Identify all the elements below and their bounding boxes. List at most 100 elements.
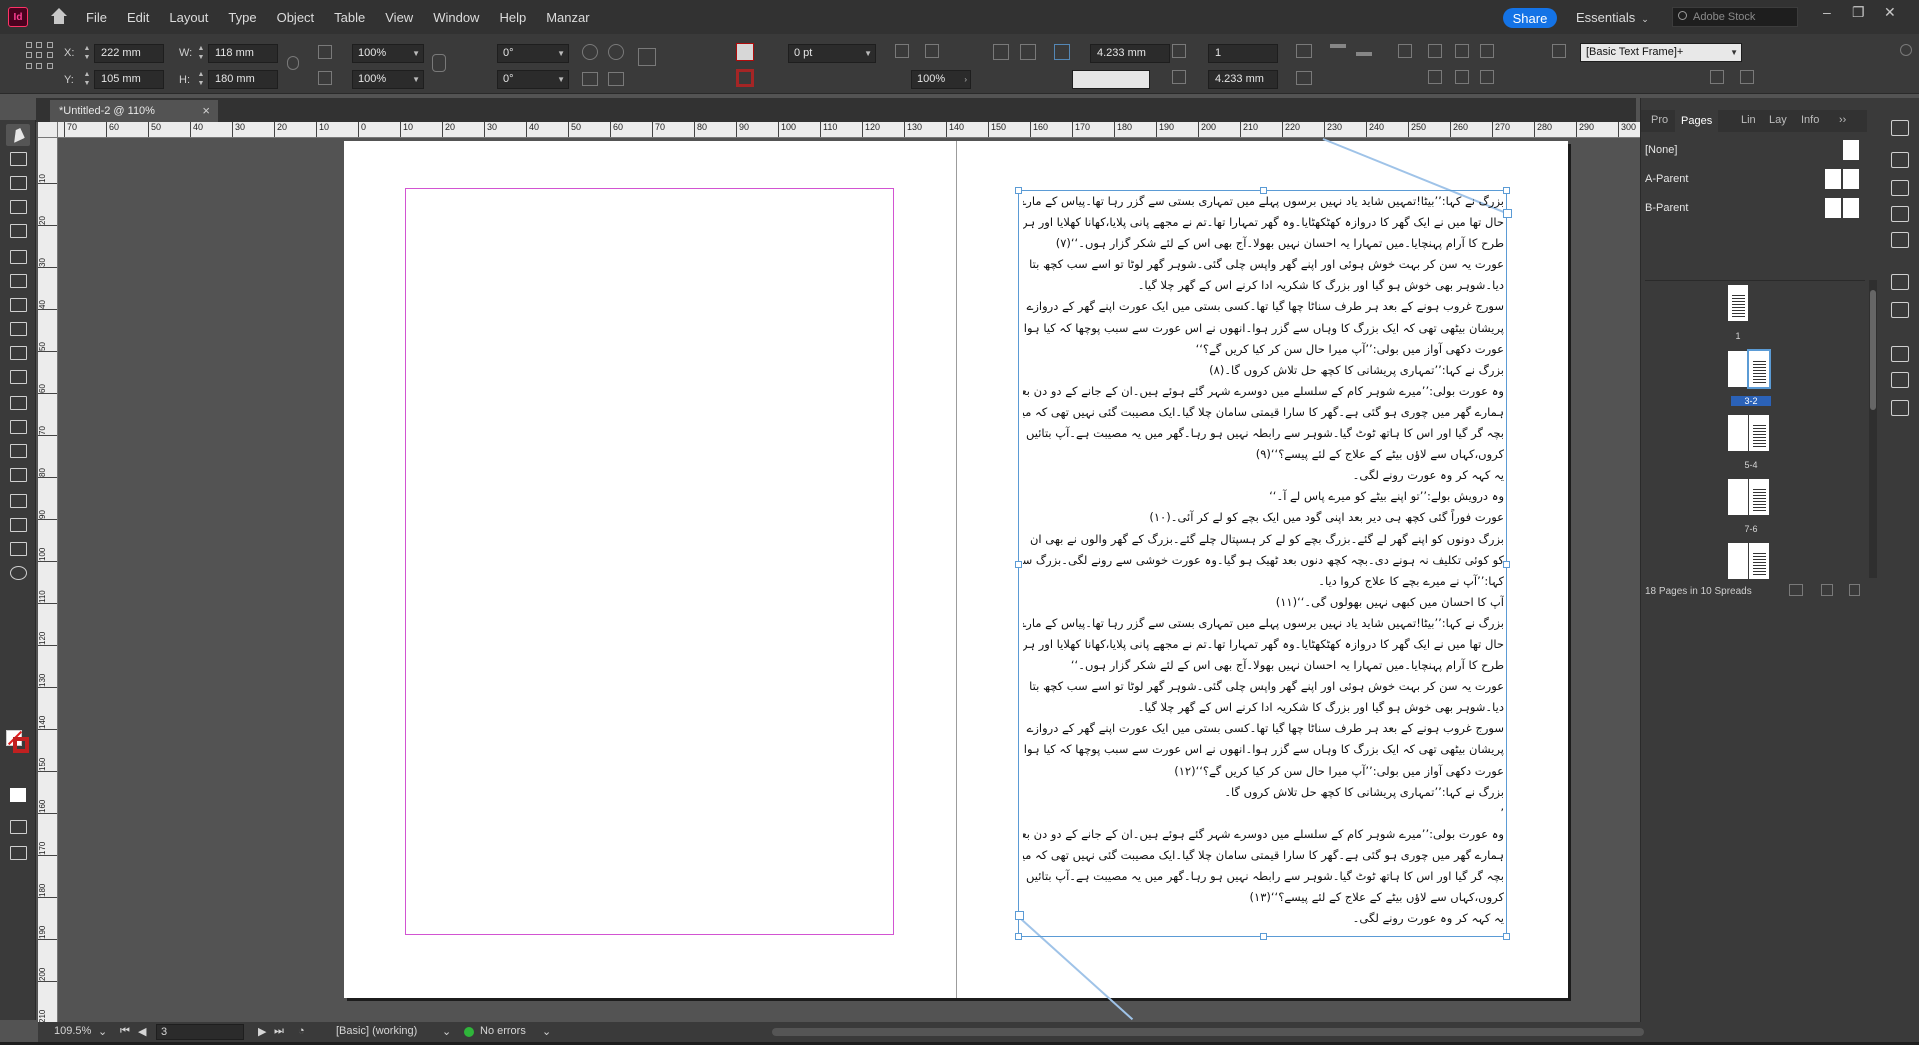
chevron-down-icon[interactable]: ⌄	[98, 1025, 107, 1038]
y-stepper[interactable]: ▲ ▼	[82, 70, 92, 89]
first-page-icon[interactable]: ⏮	[120, 1025, 130, 1038]
tab-links[interactable]: Lin	[1741, 114, 1756, 126]
rectangle-tool[interactable]	[10, 370, 27, 384]
menu-view[interactable]: View	[385, 10, 413, 25]
tab-properties[interactable]: Pro	[1651, 114, 1668, 126]
horizontal-ruler[interactable]: 70 60 50 40 30 20 10 0 10 20 30 40 50 60 70 80 90 100 110 1…	[58, 122, 1640, 138]
layers-icon[interactable]	[1891, 206, 1909, 222]
fx-icon[interactable]	[953, 44, 967, 58]
parent-b[interactable]: B-Parent	[1645, 196, 1865, 220]
menu-manzar[interactable]: Manzar	[546, 10, 589, 25]
free-transform-tool[interactable]	[10, 420, 27, 434]
menu-help[interactable]: Help	[499, 10, 526, 25]
page-thumb-2[interactable]	[1728, 351, 1748, 387]
text-frame[interactable]: بزرگ نے کہا:’’بیٹا!تمہیں شاید یاد نہیں ب…	[1015, 187, 1512, 940]
h-stepper[interactable]: ▲ ▼	[196, 70, 206, 89]
x-field[interactable]: 222 mm	[94, 44, 164, 63]
frame-fill-swatch[interactable]	[1072, 70, 1150, 89]
align-right-icon[interactable]	[1455, 44, 1469, 58]
align-top-icon[interactable]	[1330, 44, 1346, 48]
align-middle-icon[interactable]	[1356, 52, 1372, 56]
page-thumb-1[interactable]	[1728, 285, 1748, 321]
parent-none[interactable]: [None]	[1645, 138, 1865, 162]
zoom-tool[interactable]	[10, 566, 27, 580]
opacity-select[interactable]: 100% ›	[911, 70, 971, 89]
menu-edit[interactable]: Edit	[127, 10, 149, 25]
properties-icon[interactable]	[1891, 120, 1909, 136]
page-thumb-3[interactable]	[1747, 349, 1771, 389]
preflight-status[interactable]: No errors	[480, 1025, 526, 1037]
direct-selection-tool[interactable]	[10, 152, 27, 166]
out-port-icon[interactable]	[1503, 209, 1512, 218]
text-wrap-icon[interactable]	[1891, 372, 1909, 388]
page-number-field[interactable]: 3	[156, 1024, 244, 1040]
chevron-down-icon[interactable]: ⌄	[442, 1025, 451, 1038]
menu-file[interactable]: File	[86, 10, 107, 25]
h-field[interactable]: 180 mm	[208, 70, 278, 89]
pen-tool[interactable]	[10, 298, 27, 312]
rotate-ccw-icon[interactable]	[608, 44, 624, 60]
frame-handle-tc[interactable]	[1260, 187, 1267, 194]
pages-icon[interactable]	[1891, 152, 1909, 168]
home-icon[interactable]	[50, 8, 68, 26]
shear-select[interactable]: 0° ▼	[497, 70, 569, 89]
share-button[interactable]: Share	[1503, 8, 1557, 28]
frame-handle-ml[interactable]	[1015, 561, 1022, 568]
selection-tool[interactable]	[6, 124, 30, 146]
panel-options-icon[interactable]	[1740, 70, 1754, 84]
note-tool[interactable]	[10, 494, 27, 508]
pencil-tool[interactable]	[10, 322, 27, 336]
character-icon[interactable]	[1891, 274, 1909, 290]
flip-horizontal-icon[interactable]	[582, 72, 598, 86]
scroll-thumb[interactable]	[1870, 290, 1876, 410]
close-icon[interactable]: ×	[202, 100, 210, 122]
last-page-icon[interactable]: ⏭	[274, 1025, 284, 1038]
scissors-tool[interactable]	[10, 396, 27, 410]
page-thumb-6[interactable]	[1728, 479, 1748, 515]
restore-icon[interactable]: ❐	[1852, 4, 1865, 21]
frame-handle-tl[interactable]	[1015, 187, 1022, 194]
frame-handle-br[interactable]	[1503, 933, 1510, 940]
type-tool[interactable]	[10, 250, 27, 264]
frame-handle-bc[interactable]	[1260, 933, 1267, 940]
column-count-field[interactable]: 1	[1208, 44, 1278, 63]
menu-type[interactable]: Type	[228, 10, 256, 25]
scale-link-icon[interactable]	[432, 54, 446, 72]
pages-scrollbar[interactable]	[1869, 280, 1877, 578]
tab-pages[interactable]: Pages	[1675, 110, 1719, 132]
text-frame-inset-icon[interactable]	[1054, 44, 1070, 60]
trash-icon[interactable]	[1849, 584, 1860, 596]
line-tool[interactable]	[10, 274, 27, 288]
preflight-profile[interactable]: [Basic] (working)	[336, 1025, 417, 1037]
document-tab[interactable]: *Untitled-2 @ 110% ×	[50, 100, 218, 122]
frame-handle-tr[interactable]	[1503, 187, 1510, 194]
tab-info[interactable]: Info	[1801, 114, 1819, 126]
frame-fitting-icon[interactable]	[1552, 44, 1566, 58]
apply-none-icon[interactable]	[10, 788, 26, 802]
align-bounds-icon[interactable]	[1480, 44, 1494, 58]
new-page-icon[interactable]	[1821, 584, 1833, 596]
eyedropper-tool[interactable]	[10, 518, 27, 532]
view-mode-tool[interactable]	[10, 846, 27, 860]
page-thumb-4[interactable]	[1728, 415, 1748, 451]
page-thumb-7[interactable]	[1749, 479, 1769, 515]
page-thumb-8[interactable]	[1728, 543, 1748, 579]
frame-handle-bl[interactable]	[1015, 933, 1022, 940]
menu-object[interactable]: Object	[277, 10, 315, 25]
justify-icon[interactable]	[1296, 44, 1312, 58]
close-icon[interactable]: ✕	[1884, 4, 1896, 21]
stroke-swatch-icon[interactable]	[736, 69, 754, 87]
links-icon[interactable]	[1891, 180, 1909, 196]
previous-page-icon[interactable]: ◀	[138, 1025, 146, 1038]
scale-x-select[interactable]: 100% ▼	[352, 44, 424, 63]
paragraph-icon[interactable]	[1296, 71, 1312, 85]
constrain-link-icon[interactable]	[287, 56, 299, 70]
align-v-center-icon[interactable]	[1455, 70, 1469, 84]
next-page-icon[interactable]: ▶	[258, 1025, 266, 1038]
page-thumb-5[interactable]	[1749, 415, 1769, 451]
open-in-window-icon[interactable]: ◔	[298, 1025, 305, 1037]
workspace-switcher[interactable]: Essentials ⌄	[1576, 10, 1649, 25]
settings-gear-icon[interactable]	[1900, 44, 1912, 56]
fit-frame-icon[interactable]	[895, 44, 909, 58]
tab-layers[interactable]: Lay	[1769, 114, 1787, 126]
